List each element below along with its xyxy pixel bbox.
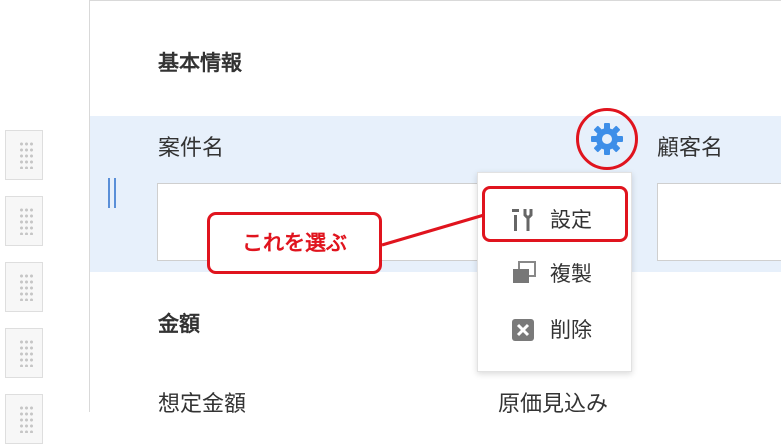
drag-handle[interactable] xyxy=(5,328,43,378)
field-settings-button[interactable] xyxy=(576,108,638,170)
menu-item-label: 削除 xyxy=(550,318,592,342)
section-title-amount: 金額 xyxy=(158,312,200,336)
duplicate-icon xyxy=(513,261,536,283)
drag-dots-icon xyxy=(19,207,33,235)
delete-icon xyxy=(512,319,534,341)
settings-highlight-box xyxy=(482,186,628,242)
field-label-customer-name: 顧客名 xyxy=(657,136,724,161)
instruction-callout: これを選ぶ xyxy=(207,212,382,274)
customer-name-input[interactable] xyxy=(657,183,781,261)
callout-text: これを選ぶ xyxy=(242,231,347,255)
field-label-cost-estimate: 原価見込み xyxy=(498,392,609,417)
drag-dots-icon xyxy=(19,141,33,169)
field-label-expected-amount: 想定金額 xyxy=(158,392,247,417)
drag-handle[interactable] xyxy=(5,196,43,246)
drag-handle[interactable] xyxy=(5,130,43,180)
drag-dots-icon xyxy=(19,339,33,367)
menu-item-duplicate[interactable]: 複製 xyxy=(478,247,631,297)
left-field-palette xyxy=(0,0,88,444)
highlight-circle xyxy=(576,108,638,170)
section-title-basic-info: 基本情報 xyxy=(158,51,242,75)
drag-handle[interactable] xyxy=(5,262,43,312)
drag-dots-icon xyxy=(19,405,33,433)
menu-item-label: 複製 xyxy=(550,262,592,286)
field-label-project-name: 案件名 xyxy=(158,136,225,161)
callout-pointer-line xyxy=(381,213,485,247)
drag-dots-icon xyxy=(19,273,33,301)
drag-handle[interactable] xyxy=(5,394,43,444)
row-drag-handle[interactable] xyxy=(108,178,118,208)
menu-item-delete[interactable]: 削除 xyxy=(478,303,631,353)
